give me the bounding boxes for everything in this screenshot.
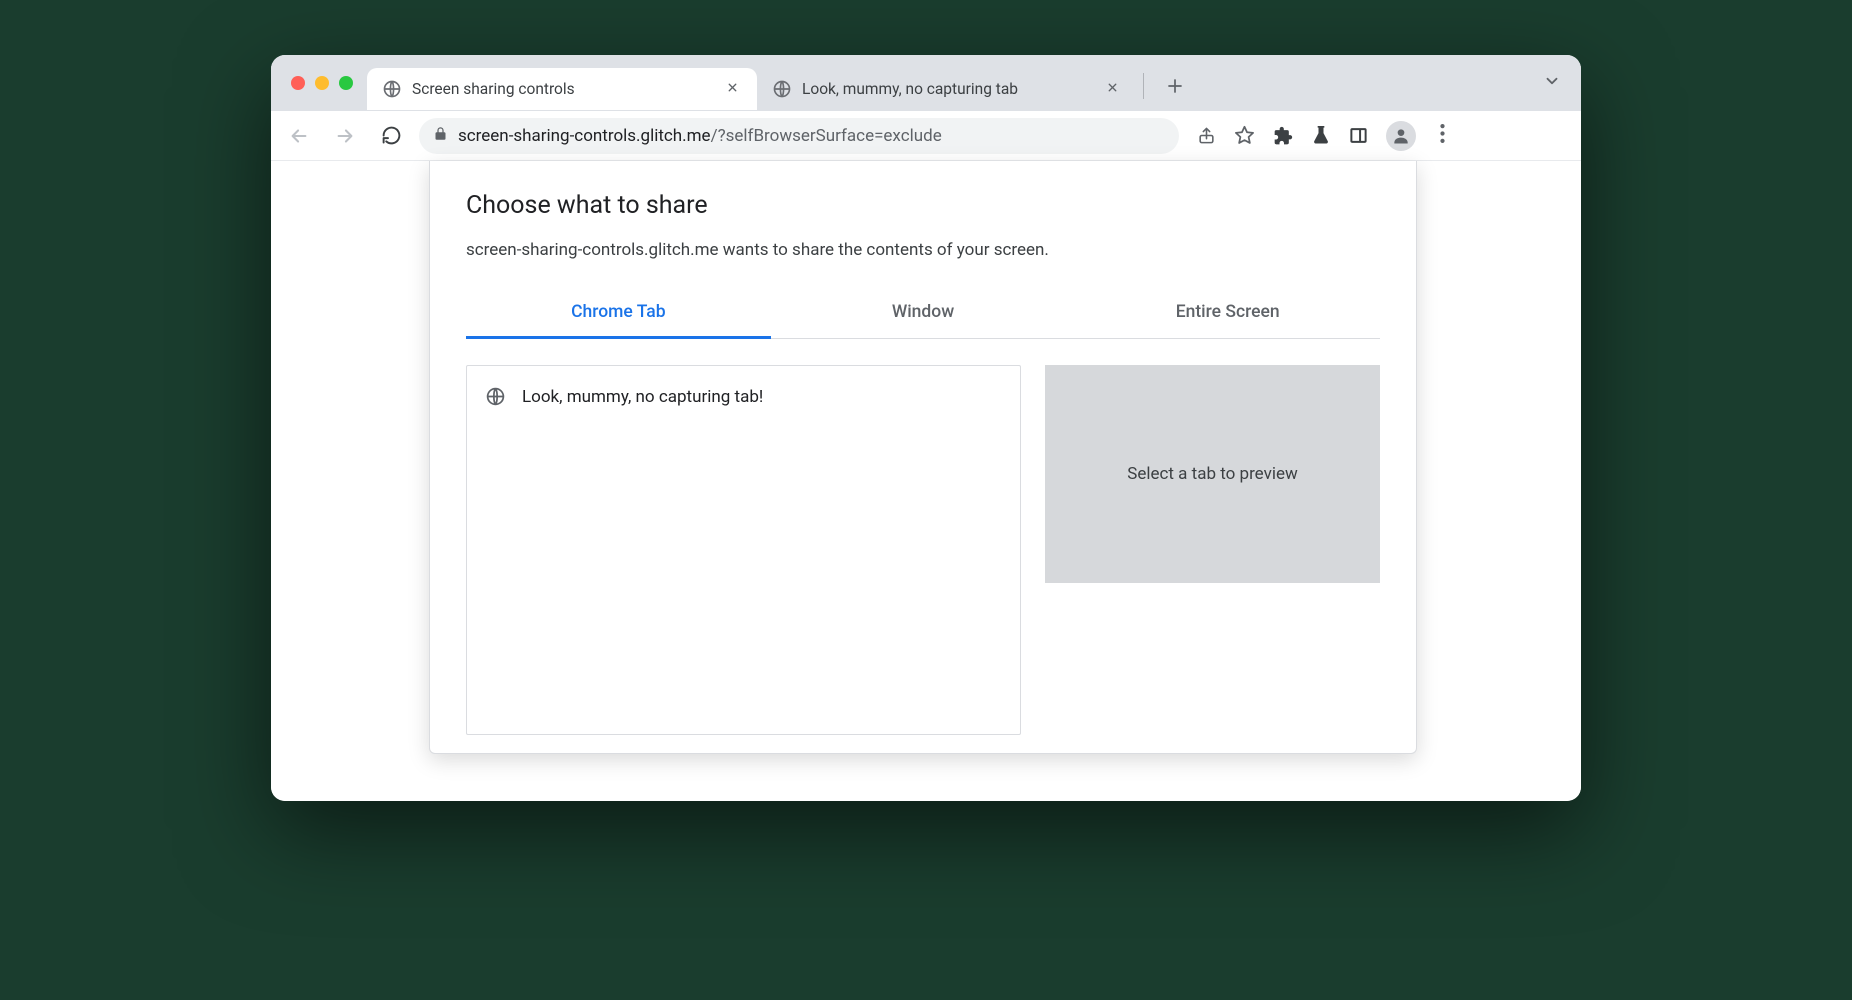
tabs-dropdown-button[interactable] bbox=[1533, 66, 1571, 100]
tab-separator bbox=[1143, 73, 1144, 99]
kebab-menu-icon[interactable] bbox=[1434, 124, 1451, 147]
url-host: screen-sharing-controls.glitch.me bbox=[458, 126, 711, 146]
share-icon[interactable] bbox=[1197, 126, 1216, 145]
close-window-button[interactable] bbox=[291, 76, 305, 90]
extensions-icon[interactable] bbox=[1273, 126, 1293, 146]
browser-tab-inactive[interactable]: Look, mummy, no capturing tab bbox=[757, 68, 1137, 110]
new-tab-button[interactable] bbox=[1162, 70, 1188, 104]
tab-title: Look, mummy, no capturing tab bbox=[802, 80, 1092, 98]
shareable-tab-title: Look, mummy, no capturing tab! bbox=[522, 387, 763, 407]
side-panel-icon[interactable] bbox=[1349, 126, 1368, 145]
close-tab-button[interactable] bbox=[722, 78, 743, 100]
url-text: screen-sharing-controls.glitch.me/?selfB… bbox=[458, 126, 942, 146]
profile-avatar[interactable] bbox=[1386, 121, 1416, 151]
shareable-tab-item[interactable]: Look, mummy, no capturing tab! bbox=[485, 380, 1002, 413]
window-controls bbox=[281, 76, 367, 90]
page-content: Choose what to share screen-sharing-cont… bbox=[271, 161, 1581, 801]
labs-flask-icon[interactable] bbox=[1311, 126, 1331, 146]
tab-strip: Screen sharing controls Look, mummy, no … bbox=[271, 55, 1581, 111]
share-tab-entire-screen[interactable]: Entire Screen bbox=[1075, 288, 1380, 338]
url-path: /?selfBrowserSurface=exclude bbox=[711, 126, 942, 146]
browser-tab-active[interactable]: Screen sharing controls bbox=[367, 68, 757, 110]
reload-button[interactable] bbox=[373, 118, 409, 154]
address-bar[interactable]: screen-sharing-controls.glitch.me/?selfB… bbox=[419, 118, 1179, 154]
share-source-tabs: Chrome Tab Window Entire Screen bbox=[466, 288, 1380, 339]
maximize-window-button[interactable] bbox=[339, 76, 353, 90]
lock-icon bbox=[433, 126, 448, 146]
share-tab-window[interactable]: Window bbox=[771, 288, 1076, 338]
globe-icon bbox=[485, 386, 506, 407]
tab-title: Screen sharing controls bbox=[412, 80, 712, 98]
preview-placeholder: Select a tab to preview bbox=[1127, 464, 1298, 484]
screen-share-dialog: Choose what to share screen-sharing-cont… bbox=[429, 161, 1417, 754]
shareable-tab-list: Look, mummy, no capturing tab! bbox=[466, 365, 1021, 735]
browser-window: Screen sharing controls Look, mummy, no … bbox=[271, 55, 1581, 801]
globe-icon bbox=[381, 79, 402, 100]
share-body: Look, mummy, no capturing tab! Select a … bbox=[466, 365, 1380, 735]
nav-forward-button[interactable] bbox=[327, 118, 363, 154]
bookmark-star-icon[interactable] bbox=[1234, 125, 1255, 146]
toolbar-actions bbox=[1197, 121, 1451, 151]
nav-back-button[interactable] bbox=[281, 118, 317, 154]
minimize-window-button[interactable] bbox=[315, 76, 329, 90]
globe-icon bbox=[771, 79, 792, 100]
dialog-title: Choose what to share bbox=[466, 191, 1380, 220]
toolbar: screen-sharing-controls.glitch.me/?selfB… bbox=[271, 111, 1581, 161]
dialog-subtitle: screen-sharing-controls.glitch.me wants … bbox=[466, 240, 1380, 260]
share-tab-chrome-tab[interactable]: Chrome Tab bbox=[466, 288, 771, 339]
close-tab-button[interactable] bbox=[1102, 78, 1123, 100]
preview-pane: Select a tab to preview bbox=[1045, 365, 1380, 583]
